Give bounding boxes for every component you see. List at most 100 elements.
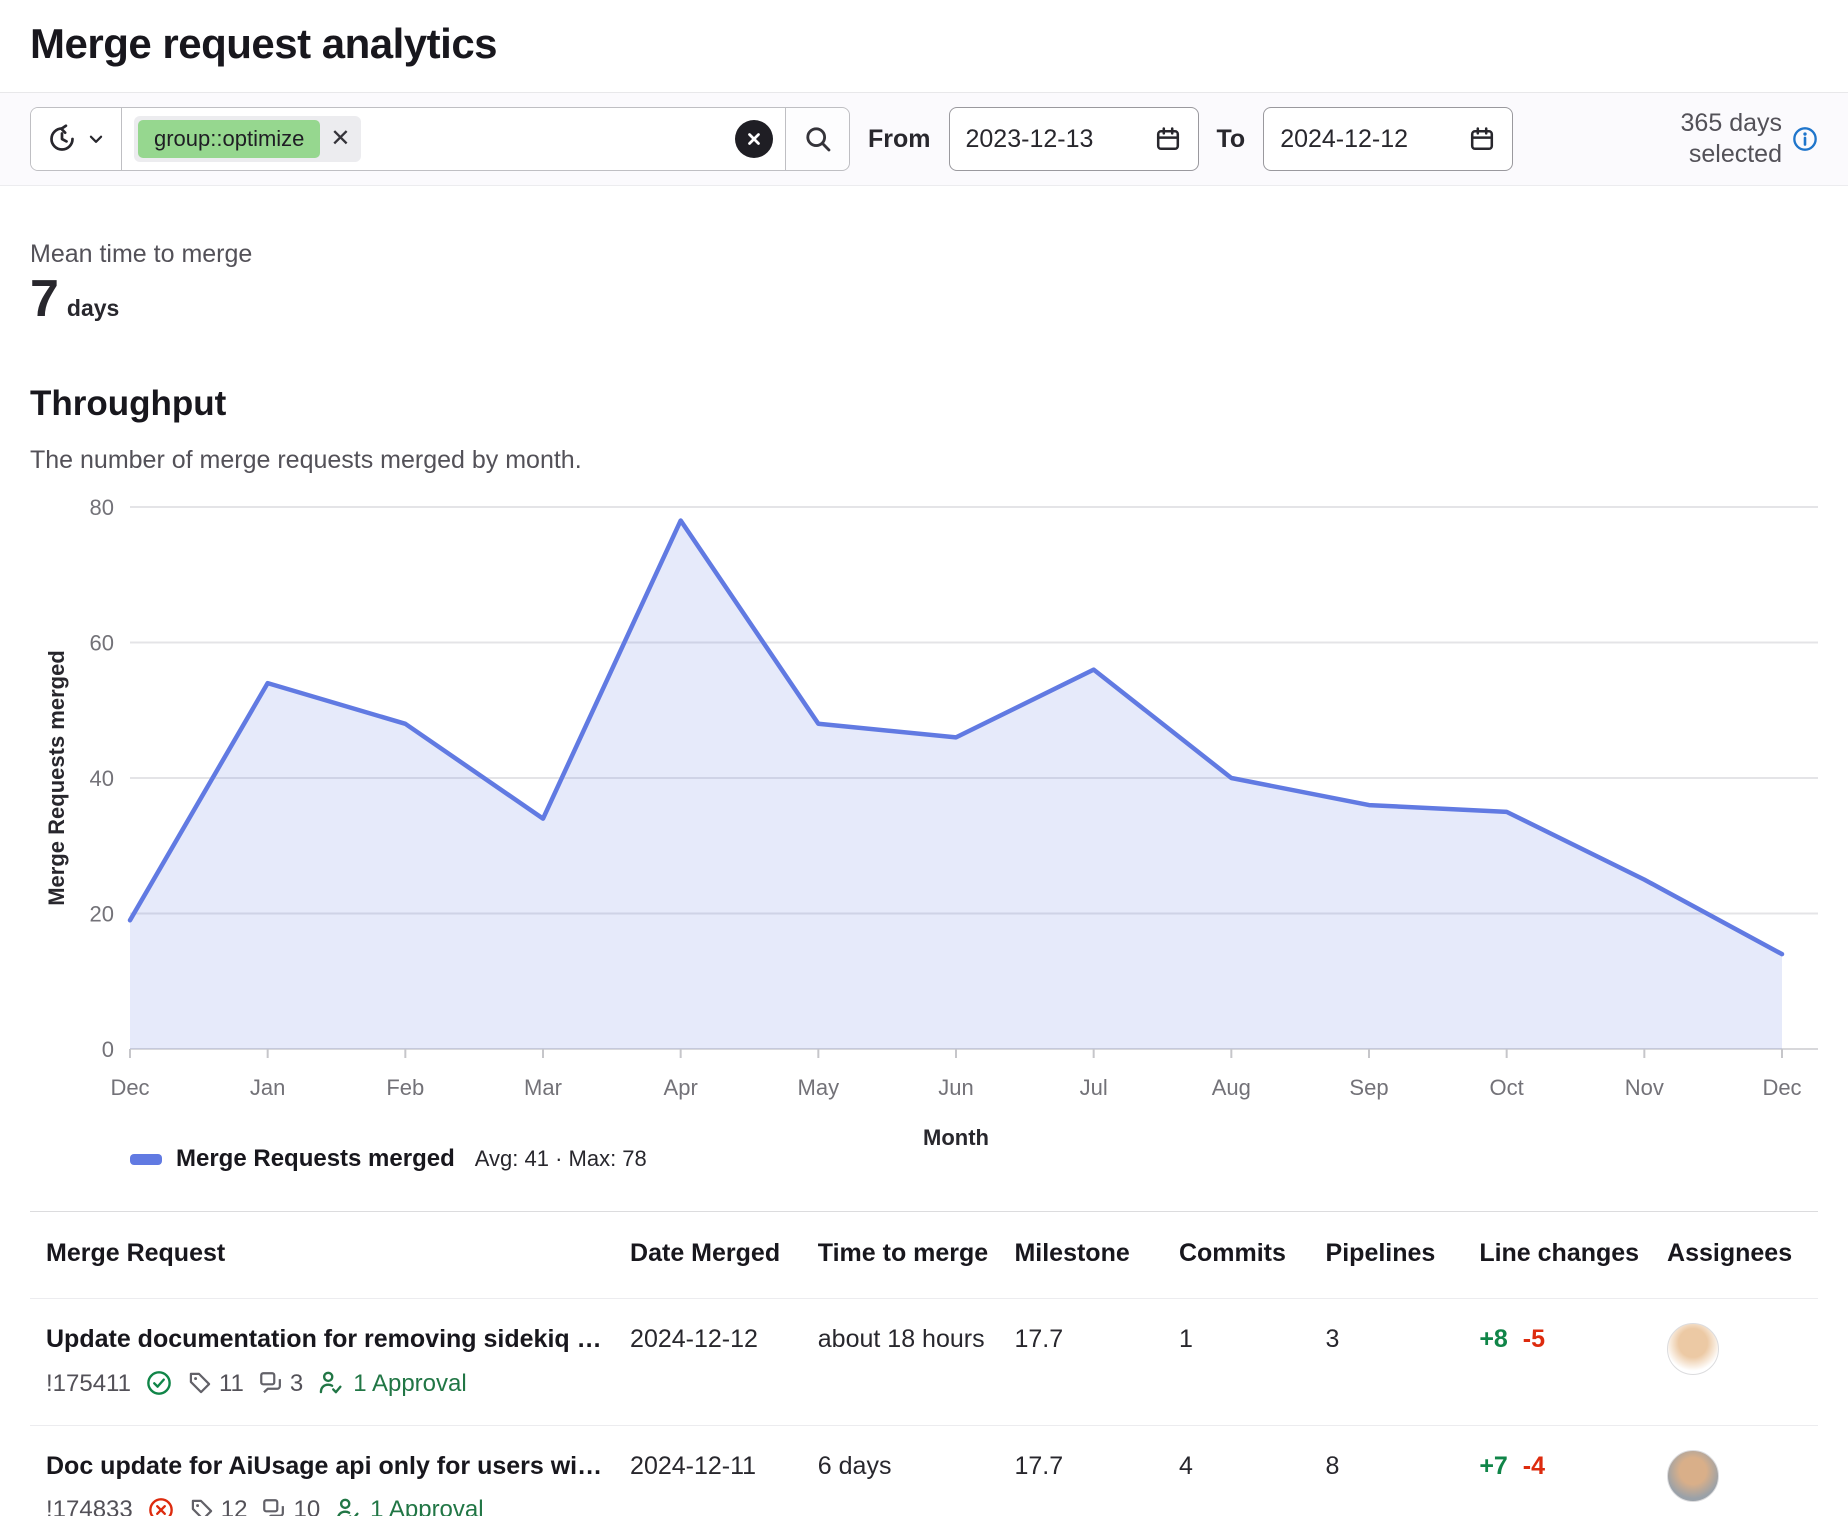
- milestone-cell: 17.7: [1004, 1299, 1168, 1426]
- throughput-title: Throughput: [30, 384, 1818, 424]
- merge-request-analytics-page: Merge request analytics: [0, 0, 1848, 1516]
- days-selected-text: 365 days selected: [1632, 108, 1782, 171]
- time-to-merge-cell: 6 days: [808, 1425, 1005, 1516]
- labels-count: 11: [187, 1368, 244, 1399]
- svg-text:80: 80: [90, 495, 114, 520]
- label-icon: [187, 1370, 213, 1396]
- mr-id: !175411: [46, 1368, 131, 1399]
- svg-text:May: May: [798, 1075, 840, 1100]
- mean-time-to-merge-stat: Mean time to merge 7 days: [0, 186, 1848, 328]
- info-icon[interactable]: [1792, 126, 1818, 152]
- recent-searches-button[interactable]: [31, 108, 122, 170]
- calendar-icon: [1468, 125, 1496, 153]
- mr-title-link[interactable]: Doc update for AiUsage api only for user…: [46, 1450, 610, 1483]
- svg-text:Jul: Jul: [1080, 1075, 1108, 1100]
- filter-token-label: group::optimize: [138, 120, 320, 158]
- svg-text:0: 0: [102, 1037, 114, 1062]
- col-merge-request: Merge Request: [30, 1212, 620, 1299]
- svg-text:Apr: Apr: [664, 1075, 698, 1100]
- pipelines-cell: 3: [1316, 1299, 1470, 1426]
- clear-search-button[interactable]: [735, 120, 773, 158]
- col-time-to-merge: Time to merge: [808, 1212, 1005, 1299]
- to-date-input[interactable]: 2024-12-12: [1263, 107, 1513, 171]
- line-changes-cell: +7 -4: [1469, 1425, 1657, 1516]
- filter-input[interactable]: group::optimize ✕: [122, 108, 785, 170]
- approvals: 1 Approval: [334, 1494, 483, 1516]
- days-selected: 365 days selected: [1632, 108, 1818, 171]
- search-submit-button[interactable]: [785, 108, 849, 170]
- filter-token[interactable]: group::optimize ✕: [134, 116, 361, 162]
- legend-stats: Avg: 41 · Max: 78: [475, 1146, 647, 1172]
- approval-icon: [334, 1496, 362, 1516]
- throughput-subtitle: The number of merge requests merged by m…: [30, 446, 1818, 475]
- table-header-row: Merge Request Date Merged Time to merge …: [30, 1212, 1818, 1299]
- mr-id: !174833: [46, 1494, 133, 1516]
- milestone-cell: 17.7: [1004, 1425, 1168, 1516]
- page-header: Merge request analytics: [0, 0, 1848, 92]
- search-icon: [803, 124, 833, 154]
- page-title: Merge request analytics: [30, 20, 1818, 68]
- approvals: 1 Approval: [317, 1368, 466, 1399]
- from-date-input[interactable]: 2023-12-13: [949, 107, 1199, 171]
- filtered-search: group::optimize ✕: [30, 107, 850, 171]
- deletions: -4: [1523, 1452, 1545, 1480]
- closed-x-circle-icon: [147, 1496, 175, 1516]
- clear-icon: [745, 130, 763, 148]
- svg-text:Feb: Feb: [386, 1075, 424, 1100]
- svg-text:Oct: Oct: [1490, 1075, 1524, 1100]
- date-merged-cell: 2024-12-12: [620, 1299, 808, 1426]
- filter-bar: group::optimize ✕: [0, 92, 1848, 186]
- merged-check-circle-icon: [145, 1369, 173, 1397]
- col-commits: Commits: [1169, 1212, 1316, 1299]
- stat-unit: days: [67, 295, 119, 322]
- comments-count: 10: [261, 1494, 320, 1516]
- to-date-value: 2024-12-12: [1280, 125, 1408, 154]
- svg-text:60: 60: [90, 631, 114, 656]
- comments-icon: [258, 1370, 284, 1396]
- assignee-avatar[interactable]: [1667, 1323, 1719, 1375]
- svg-text:Mar: Mar: [524, 1075, 562, 1100]
- col-pipelines: Pipelines: [1316, 1212, 1470, 1299]
- token-remove-button[interactable]: ✕: [330, 127, 350, 151]
- comments-count: 3: [258, 1368, 303, 1399]
- svg-text:Month: Month: [923, 1125, 989, 1150]
- svg-text:Dec: Dec: [1762, 1075, 1801, 1100]
- labels-count: 12: [189, 1494, 248, 1516]
- table-row: Update documentation for removing sideki…: [30, 1299, 1818, 1426]
- approval-icon: [317, 1369, 345, 1397]
- legend-marker: [130, 1154, 162, 1165]
- commits-cell: 1: [1169, 1299, 1316, 1426]
- stat-label: Mean time to merge: [30, 240, 1818, 269]
- svg-text:Jan: Jan: [250, 1075, 285, 1100]
- stat-value: 7: [30, 271, 59, 328]
- svg-text:Nov: Nov: [1625, 1075, 1664, 1100]
- from-date-value: 2023-12-13: [966, 125, 1094, 154]
- col-date-merged: Date Merged: [620, 1212, 808, 1299]
- throughput-chart: 0 20 40 60 80 Dec Jan Feb Mar Apr May Jun Jul Aug Sep O…: [30, 483, 1818, 1173]
- to-label: To: [1217, 125, 1246, 154]
- label-icon: [189, 1497, 215, 1516]
- pipelines-cell: 8: [1316, 1425, 1470, 1516]
- time-to-merge-cell: about 18 hours: [808, 1299, 1005, 1426]
- mr-title-link[interactable]: Update documentation for removing sideki…: [46, 1323, 610, 1356]
- svg-text:Sep: Sep: [1349, 1075, 1388, 1100]
- chevron-down-icon: [87, 130, 105, 148]
- date-merged-cell: 2024-12-11: [620, 1425, 808, 1516]
- calendar-icon: [1154, 125, 1182, 153]
- history-icon: [47, 124, 77, 154]
- svg-text:20: 20: [90, 902, 114, 927]
- col-milestone: Milestone: [1004, 1212, 1168, 1299]
- additions: +7: [1479, 1452, 1508, 1480]
- area-chart: 0 20 40 60 80 Dec Jan Feb Mar Apr May Jun Jul Aug Sep O…: [30, 483, 1818, 1151]
- svg-text:40: 40: [90, 766, 114, 791]
- comments-icon: [261, 1497, 287, 1516]
- merge-request-table: Merge Request Date Merged Time to merge …: [30, 1211, 1818, 1516]
- svg-text:Jun: Jun: [938, 1075, 973, 1100]
- from-label: From: [868, 125, 931, 154]
- deletions: -5: [1523, 1325, 1545, 1353]
- assignee-avatar[interactable]: [1667, 1450, 1719, 1502]
- throughput-section: Throughput The number of merge requests …: [0, 328, 1848, 1173]
- svg-text:Aug: Aug: [1212, 1075, 1251, 1100]
- svg-text:Merge Requests merged: Merge Requests merged: [44, 650, 69, 906]
- line-changes-cell: +8 -5: [1469, 1299, 1657, 1426]
